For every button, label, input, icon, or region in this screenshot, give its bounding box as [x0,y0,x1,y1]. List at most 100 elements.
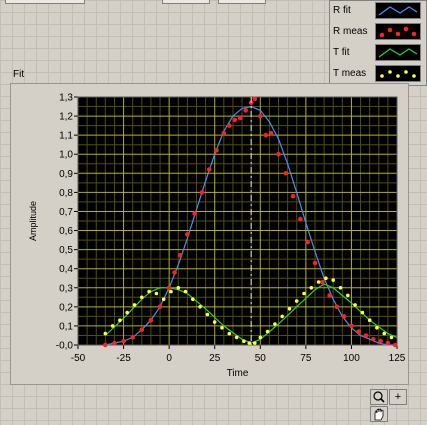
y-tick-label: 0,3 [59,283,73,294]
legend-item-t-fit[interactable]: T fit [330,43,426,64]
data-point-t-meas [132,303,137,307]
data-point-r-meas [327,293,332,298]
x-tick-label: 0 [166,353,172,364]
legend-label: T fit [333,47,350,58]
data-point-r-meas [290,193,296,199]
data-point-t-meas [309,286,314,290]
y-tick-label: 1,1 [59,131,73,142]
x-tick-label: 50 [255,353,267,364]
x-tick-label: 25 [209,353,221,364]
data-point-t-meas [125,310,129,315]
data-point-r-meas [371,337,376,342]
data-point-r-meas [363,333,369,338]
data-point-t-meas [382,331,387,336]
data-point-t-meas [220,326,224,330]
data-point-t-meas [389,335,394,340]
legend-label: T meas [333,68,367,79]
legend-item-r-meas[interactable]: R meas [330,22,426,43]
data-point-r-meas [227,123,232,128]
data-point-t-meas [161,297,166,301]
y-tick-label: 0,1 [59,321,73,332]
top-control-right[interactable] [218,0,266,4]
y-axis-label: Amplitude [28,201,38,241]
x-tick-label: 100 [343,353,360,364]
data-point-r-meas [221,130,227,136]
data-point-t-meas [247,341,252,345]
blue-line-icon [375,2,421,19]
data-point-t-meas [280,314,285,319]
y-tick-label: 1,3 [59,93,73,104]
data-point-r-meas [206,167,212,172]
y-tick-label: 0,5 [59,245,73,256]
data-point-t-meas [360,310,365,315]
data-point-r-meas [312,260,318,266]
y-tick-label: 0,8 [59,188,73,199]
y-tick-label: 0,7 [59,207,73,218]
data-point-t-meas [324,276,328,280]
data-point-r-meas [177,253,183,258]
y-tick-label: -0,0 [56,341,74,352]
data-point-r-meas [320,279,325,285]
data-point-t-meas [258,335,263,340]
data-point-t-meas [227,331,232,336]
data-point-t-meas [140,295,144,300]
data-point-r-meas [214,148,219,153]
data-point-t-meas [367,318,372,322]
x-axis-label: Time [227,368,249,379]
data-point-r-meas [283,171,289,176]
data-point-r-meas [243,108,248,113]
data-point-t-meas [242,339,246,343]
data-point-r-meas [232,117,238,123]
data-point-r-meas [305,239,311,245]
data-point-r-meas [237,115,243,121]
data-point-t-meas [118,318,122,322]
y-tick-label: 0,4 [59,264,73,275]
data-point-t-meas [287,307,292,311]
x-tick-label: 75 [300,353,312,364]
data-point-t-meas [198,305,202,309]
data-point-r-meas [276,151,281,157]
legend-label: R meas [333,26,368,37]
x-tick-label: -50 [71,353,86,364]
top-control-left[interactable] [5,0,85,4]
data-point-t-meas [234,335,239,340]
data-point-t-meas [103,331,108,336]
y-tick-label: 1,2 [59,112,73,123]
data-point-t-meas [183,289,188,294]
y-tick-label: 0,2 [59,302,73,313]
data-point-t-meas [302,291,306,296]
data-point-t-meas [253,341,257,345]
top-control-middle[interactable] [162,0,210,4]
data-point-r-meas [392,342,398,348]
y-tick-label: 0,6 [59,226,73,237]
cursor-tool-button[interactable]: + [389,389,407,405]
data-point-r-meas [199,190,205,195]
zoom-icon[interactable] [370,389,388,405]
green-line-icon [375,44,421,61]
data-point-r-meas [103,342,108,348]
data-point-t-meas [147,289,151,294]
data-point-t-meas [110,324,115,328]
data-point-r-meas [130,335,135,340]
x-tick-label: 125 [389,353,406,364]
data-point-r-meas [112,340,117,346]
data-point-t-meas [176,286,181,290]
legend-label: R fit [333,5,351,16]
data-point-r-meas [172,270,177,275]
data-point-r-meas [157,304,163,310]
graph-panel: -50 -25 0 25 50 75 100 125 -0,0 0,1 0,2 0,3 0,4 0,5 0,… [10,83,409,385]
legend-item-t-meas[interactable]: T meas [330,64,426,85]
graph-title: Fit [13,69,25,80]
data-point-t-meas [353,303,357,307]
data-point-t-meas [169,289,173,294]
legend-item-r-fit[interactable]: R fit [330,1,426,22]
data-point-r-meas [378,338,383,344]
y-tick-label: 0,9 [59,169,73,180]
data-point-r-meas [192,211,197,216]
data-point-r-meas [263,132,269,138]
data-point-r-meas [268,130,274,136]
red-dots-icon [375,23,421,40]
fit-chart: -50 -25 0 25 50 75 100 125 -0,0 0,1 0,2 0,3 0,4 0,5 0,… [28,93,406,380]
hand-icon[interactable] [370,406,388,422]
data-point-r-meas [341,314,347,319]
